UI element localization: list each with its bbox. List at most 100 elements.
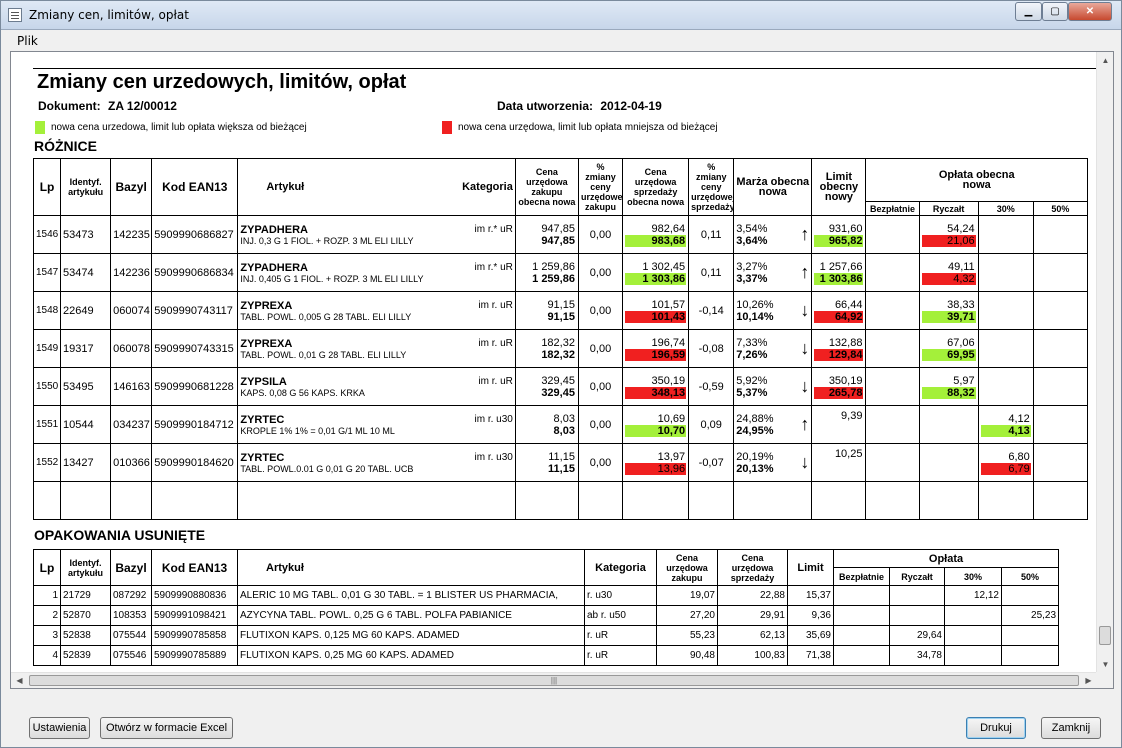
row-fee-50 [1032, 215, 1089, 254]
row-fee-50: 25,23 [1000, 605, 1060, 626]
vertical-scroll-thumb[interactable] [1099, 626, 1111, 645]
sale-new: 101,43 [625, 310, 687, 323]
row-fee-ryczalt [918, 405, 979, 444]
row-desc: TABL. POWL. 0,01 G 28 TABL. ELI LILLY [240, 349, 407, 360]
row-sale-price: 10,69 10,70 [622, 405, 690, 444]
diff-row: 1551 10544 034237 5909990184712 im r. u3… [32, 405, 1089, 444]
fee-old: 4,12 [1008, 412, 1030, 425]
row-bazyl: 075546 [110, 645, 152, 666]
row-article: im r. uR ZYPSILA KAPS. 0,08 G 56 KAPS. KRK… [237, 367, 516, 406]
margin-new: 3,64% [736, 234, 768, 247]
row-lp: 3 [33, 625, 61, 646]
diff-row: 1548 22649 060074 5909990743117 im r. uR… [32, 291, 1089, 330]
row-fee-30 [977, 253, 1034, 292]
row-fee-50 [1000, 625, 1060, 646]
horizontal-scrollbar[interactable]: ◀ ||| ▶ [11, 672, 1097, 688]
removed-row: 3 52838 075544 5909990785858 FLUTIXON KA… [33, 625, 1060, 646]
col-id: Identyf. artykułu [60, 158, 112, 216]
row-bazyl: 060074 [110, 291, 153, 330]
fee-old: 5,97 [953, 374, 975, 387]
col-30: 30% [977, 201, 1034, 216]
limit-old: 931,60 [828, 222, 863, 235]
minimize-button[interactable]: ▁ [1015, 2, 1042, 21]
row-desc: TABL. POWL.0.01 G 0,01 G 20 TABL. UCB [240, 463, 414, 474]
row-margin: 24,88% 24,95% ↑ [733, 405, 813, 444]
vertical-scrollbar[interactable]: ▲ ▼ [1096, 52, 1113, 673]
row-margin: 5,92% 5,37% ↓ [733, 367, 813, 406]
close-window-button[interactable]: ✕ [1068, 2, 1112, 21]
row-lp: 1547 [32, 253, 62, 292]
row-id: 53474 [60, 253, 112, 292]
row-fee-50 [1032, 329, 1089, 368]
row-fee-50 [1032, 367, 1089, 406]
menu-bar: Plik [1, 31, 1121, 50]
row-fee-bezplatnie [865, 253, 920, 292]
row-fee-ryczalt: 29,64 [889, 625, 945, 646]
sale-old: 1 302,45 [642, 260, 686, 273]
row-purchase-price: 947,85 947,85 [514, 215, 579, 254]
purchase-new: 8,03 [553, 424, 575, 437]
diff-row: 1552 13427 010366 5909990184620 im r. u3… [32, 443, 1089, 482]
col-oplata: Opłata [832, 549, 1060, 568]
diff-row: 1549 19317 060078 5909990743315 im r. uR… [32, 329, 1089, 368]
col-bazyl: Bazyl [110, 158, 153, 216]
row-fee-ryczalt [889, 585, 945, 606]
row-fee-bezplatnie [865, 367, 920, 406]
fee-new: 6,79 [980, 462, 1031, 475]
row-sale-price: 13,97 13,96 [622, 443, 690, 482]
row-fee-50 [1032, 405, 1089, 444]
row-purchase-price: 1 259,86 1 259,86 [514, 253, 579, 292]
settings-button[interactable]: Ustawienia [29, 717, 90, 739]
maximize-button[interactable]: ▢ [1042, 2, 1068, 21]
limit-old: 9,39 [841, 409, 863, 422]
col-id: Identyf. artykułu [60, 549, 111, 586]
row-fee-ryczalt [918, 443, 979, 482]
fee-new: 39,71 [921, 310, 976, 323]
created-label: Data utworzenia: [497, 99, 594, 113]
sale-old: 13,97 [657, 450, 686, 463]
sale-old: 196,74 [651, 336, 686, 349]
margin-old: 20,19% [736, 450, 774, 463]
margin-old: 5,92% [736, 374, 768, 387]
purchase-old: 182,32 [541, 336, 575, 349]
row-fee-ryczalt [889, 605, 945, 626]
menu-file[interactable]: Plik [17, 34, 38, 48]
purchase-old: 329,45 [541, 374, 575, 387]
open-excel-button[interactable]: Otwórz w formacie Excel [100, 717, 233, 739]
row-article: FLUTIXON KAPS. 0,25 MG 60 KAPS. ADAMED [237, 645, 585, 666]
report-title: Zmiany cen urzedowych, limitów, opłat [37, 71, 407, 93]
up-arrow-icon: ↑ [800, 262, 810, 282]
close-button[interactable]: Zamknij [1041, 717, 1101, 739]
margin-old: 24,88% [736, 412, 774, 425]
fee-old: 38,33 [947, 298, 975, 311]
window-title: Zmiany cen, limitów, opłat [29, 8, 189, 22]
report-window: Zmiany cen, limitów, opłat ▁ ▢ ✕ Plik Zm… [0, 0, 1122, 748]
fee-old: 67,06 [947, 336, 975, 349]
scroll-left-icon[interactable]: ◀ [11, 673, 28, 688]
row-bazyl: 034237 [110, 405, 153, 444]
row-article: AZYCYNA TABL. POWL. 0,25 G 6 TABL. POLFA… [237, 605, 585, 626]
row-fee-50 [1032, 443, 1089, 482]
row-ean: 5909990785889 [151, 645, 238, 666]
creation-date-info: Data utworzenia: 2012-04-19 [497, 99, 662, 113]
row-fee-bezplatnie [833, 625, 890, 646]
row-lp: 2 [33, 605, 61, 626]
scrollbar-corner [1096, 672, 1113, 688]
sale-new: 13,96 [625, 462, 687, 475]
scroll-right-icon[interactable]: ▶ [1080, 673, 1097, 688]
scroll-down-icon[interactable]: ▼ [1097, 656, 1113, 673]
scroll-up-icon[interactable]: ▲ [1097, 52, 1113, 69]
limit-new: 129,84 [814, 348, 864, 361]
report-page: Zmiany cen urzedowych, limitów, opłat Do… [11, 52, 1097, 672]
margin-new: 24,95% [736, 424, 774, 437]
sale-new: 196,59 [625, 348, 687, 361]
horizontal-scroll-thumb[interactable]: ||| [29, 675, 1079, 686]
limit-old: 1 257,66 [819, 260, 863, 273]
row-fee-30: 4,12 4,13 [977, 405, 1034, 444]
purchase-new: 182,32 [541, 348, 575, 361]
col-cena-zakupu: Cena urzędowa zakupu obecna nowa [514, 158, 579, 216]
print-button[interactable]: Drukuj [966, 717, 1026, 739]
row-purchase-price: 11,15 11,15 [514, 443, 579, 482]
row-sale-change: 0,09 [688, 405, 735, 444]
row-fee-ryczalt: 54,24 21,06 [918, 215, 979, 254]
